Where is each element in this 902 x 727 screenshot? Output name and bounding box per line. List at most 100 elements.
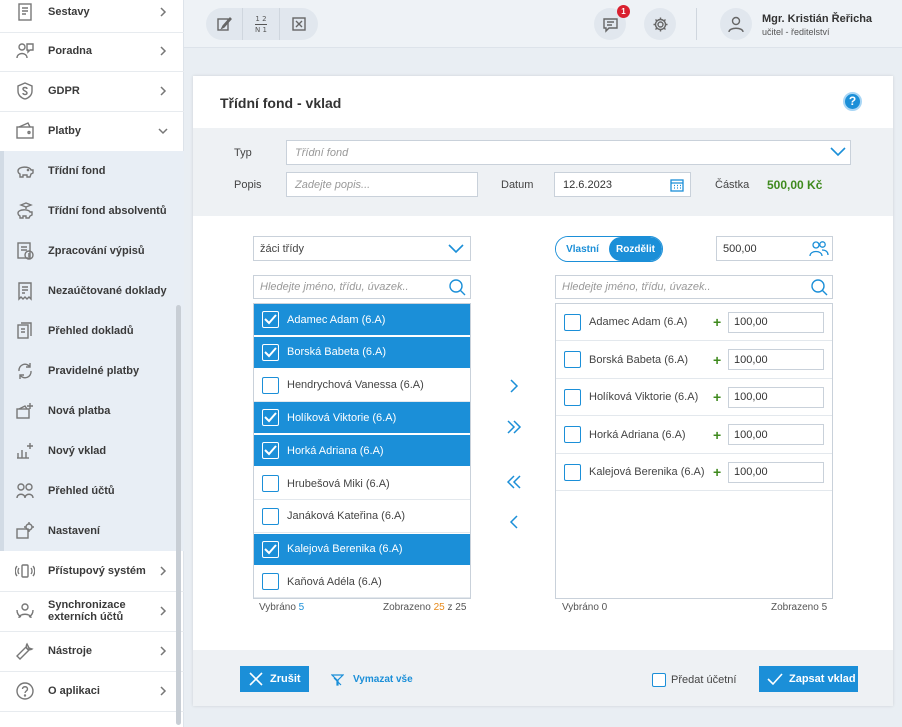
list-item[interactable]: Janáková Kateřina (6.A)	[254, 501, 470, 533]
sidebar-item[interactable]: Přehled dokladů	[0, 311, 184, 351]
amount-input[interactable]: 100,00	[728, 461, 824, 483]
row-checkbox[interactable]	[262, 573, 279, 591]
row-checkbox[interactable]	[262, 311, 279, 328]
search-icon[interactable]	[448, 278, 467, 297]
sidebar-item[interactable]: Sestavy	[0, 0, 184, 32]
toggle-split[interactable]: Rozdělit	[609, 237, 662, 261]
sidebar-item-label: Třídní fond	[48, 165, 106, 177]
list-item[interactable]: Horká Adriana (6.A)	[254, 435, 470, 468]
list-item[interactable]: Kaňová Adéla (6.A)	[254, 566, 470, 598]
total-amount-input[interactable]: 500,00	[716, 236, 833, 261]
sidebar-item[interactable]: Třídní fond absolventů	[0, 191, 184, 231]
chevron-left-icon	[509, 515, 518, 529]
cancel-button[interactable]: Zrušit	[240, 666, 309, 692]
description-input[interactable]: Zadejte popis...	[286, 172, 478, 197]
list-item[interactable]: Adamec Adam (6.A)	[254, 304, 470, 336]
sidebar-scrollbar[interactable]	[176, 305, 181, 725]
row-checkbox[interactable]	[262, 475, 279, 492]
right-search-input[interactable]: Hledejte jméno, třídu, úvazek..	[555, 275, 833, 299]
sidebar-divider	[0, 711, 184, 712]
numbering-button[interactable]: 1 2 N 1	[243, 8, 280, 40]
amount-input[interactable]: 100,00	[728, 311, 824, 333]
row-checkbox[interactable]	[564, 351, 581, 368]
type-select[interactable]: Třídní fond	[286, 140, 851, 165]
source-dropdown[interactable]: žáci třídy	[253, 236, 471, 261]
check-icon	[767, 673, 783, 686]
graduate-piggy-icon	[14, 200, 36, 222]
sidebar-item[interactable]: Nezaúčtované doklady	[0, 271, 184, 311]
list-item[interactable]: Holíková Viktorie (6.A)	[254, 402, 470, 435]
group-icon[interactable]	[809, 239, 829, 259]
amount-label: Částka	[715, 179, 750, 191]
search-icon[interactable]	[810, 278, 829, 297]
table-row: Adamec Adam (6.A) +100,00	[556, 304, 832, 341]
split-mode-toggle[interactable]: Vlastní Rozdělit	[555, 236, 663, 262]
sidebar-item[interactable]: Nástroje	[0, 631, 184, 671]
chevron-right-icon	[158, 566, 168, 576]
sidebar-item[interactable]: Pravidelné platby	[0, 351, 184, 391]
recipient-list: Adamec Adam (6.A) +100,00 Borská Babeta (6…	[555, 303, 833, 599]
sidebar-item[interactable]: Synchronizace externích účtů	[0, 591, 184, 631]
sidebar-item[interactable]: Přístupový systém	[0, 551, 184, 591]
chevron-right-icon	[158, 86, 168, 96]
row-checkbox[interactable]	[262, 376, 279, 394]
move-left-button[interactable]	[506, 514, 522, 530]
amount-input[interactable]: 100,00	[728, 386, 824, 408]
avatar[interactable]	[720, 8, 752, 40]
row-checkbox[interactable]	[262, 442, 279, 460]
amount-input[interactable]: 100,00	[728, 424, 824, 445]
settings-button[interactable]	[644, 8, 676, 40]
row-checkbox[interactable]	[262, 409, 279, 427]
pass-to-accountant-checkbox[interactable]	[652, 673, 666, 687]
table-row: Holíková Viktorie (6.A) +100,00	[556, 379, 832, 416]
move-right-button[interactable]	[506, 378, 522, 394]
move-all-left-button[interactable]	[506, 474, 522, 490]
student-name: Janáková Kateřina (6.A)	[287, 510, 406, 523]
row-checkbox[interactable]	[262, 507, 279, 525]
row-checkbox[interactable]	[564, 426, 581, 443]
sidebar-item[interactable]: GDPR	[0, 71, 184, 111]
piggy-bank-icon	[14, 160, 36, 182]
sidebar-item[interactable]: O aplikaci	[0, 671, 184, 711]
sidebar-item[interactable]: Nová platba	[0, 391, 184, 431]
submit-deposit-button[interactable]: Zapsat vklad	[759, 666, 858, 692]
sidebar-item[interactable]: Platby	[0, 111, 184, 151]
excel-button[interactable]	[280, 8, 317, 40]
sidebar-item-label: O aplikaci	[48, 685, 100, 697]
left-search-input[interactable]: Hledejte jméno, třídu, úvazek..	[253, 275, 471, 299]
sidebar-item[interactable]: Poradna	[0, 31, 184, 71]
calendar-icon[interactable]	[670, 178, 684, 192]
list-item[interactable]: Kalejová Berenika (6.A)	[254, 533, 470, 566]
row-checkbox[interactable]	[564, 463, 581, 481]
row-checkbox[interactable]	[262, 343, 279, 361]
shield-icon	[14, 80, 36, 102]
row-checkbox[interactable]	[564, 388, 581, 406]
type-label: Typ	[234, 147, 252, 159]
new-payment-icon	[14, 400, 36, 422]
sidebar-item[interactable]: Nový vklad	[0, 431, 184, 471]
date-input[interactable]: 12.6.2023	[554, 172, 691, 197]
clear-icon	[331, 674, 344, 686]
amount-input[interactable]: 100,00	[728, 349, 824, 370]
sidebar-item-label: Nástroje	[48, 645, 93, 657]
row-checkbox[interactable]	[564, 313, 581, 331]
sidebar-item[interactable]: Zpracování výpisů	[0, 231, 184, 271]
sidebar-item-label: Nezaúčtované doklady	[48, 285, 167, 297]
sidebar-item[interactable]: Nastavení	[0, 511, 184, 551]
sidebar-item-label: Zpracování výpisů	[48, 245, 145, 257]
sidebar-item-label: Pravidelné platby	[48, 365, 140, 377]
recipient-name: Adamec Adam (6.A)	[589, 316, 688, 328]
row-checkbox[interactable]	[262, 540, 279, 558]
list-item[interactable]: Hendrychová Vanessa (6.A)	[254, 370, 470, 402]
list-item[interactable]: Borská Babeta (6.A)	[254, 336, 470, 369]
edit-button[interactable]	[206, 8, 243, 40]
sidebar-item-label: Přehled dokladů	[48, 325, 134, 337]
list-item[interactable]: Hrubešová Miki (6.A)	[254, 468, 470, 500]
sidebar-item[interactable]: Třídní fond	[0, 151, 184, 191]
clear-all-button[interactable]: Vymazat vše	[331, 673, 413, 686]
move-all-right-button[interactable]	[506, 419, 522, 435]
help-icon[interactable]: ?	[843, 92, 862, 111]
user-name[interactable]: Mgr. Kristián Řeřicha	[762, 13, 872, 25]
sidebar-item[interactable]: Přehled účtů	[0, 471, 184, 511]
toggle-custom[interactable]: Vlastní	[556, 237, 609, 261]
